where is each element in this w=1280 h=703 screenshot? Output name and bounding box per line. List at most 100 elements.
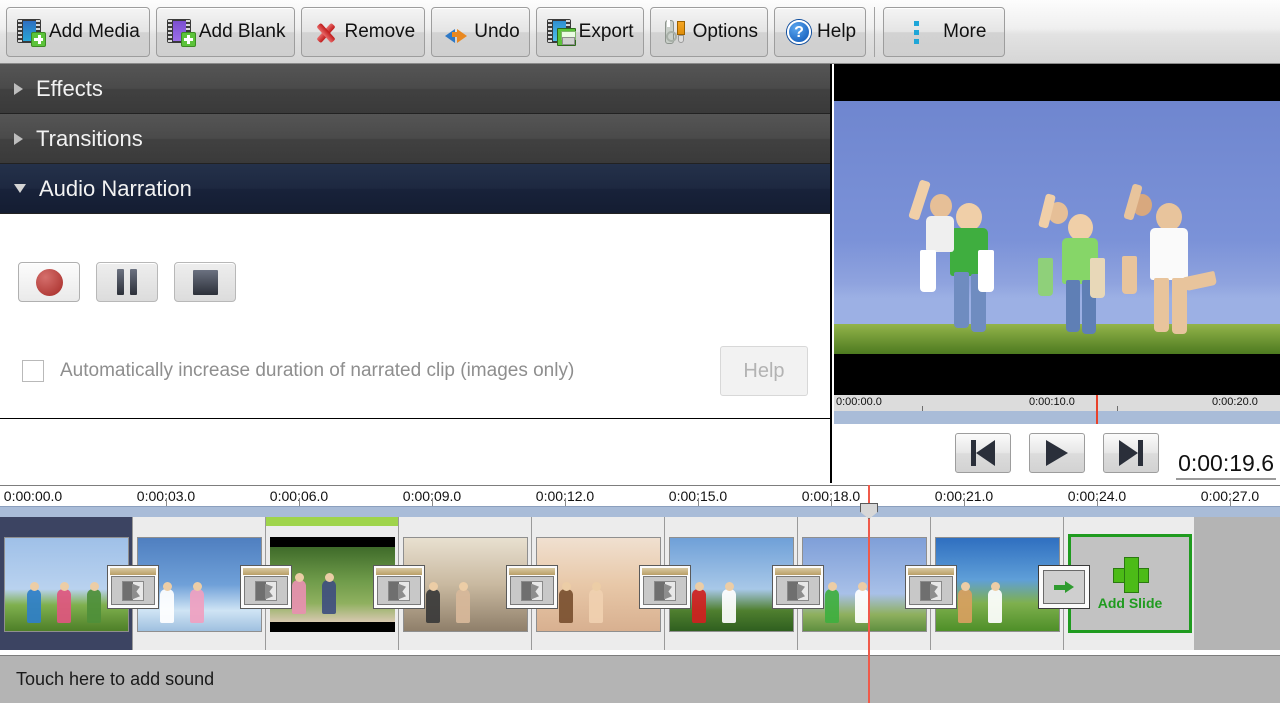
- preview-frame-image: [834, 101, 1280, 354]
- transition-box: [510, 576, 554, 605]
- auto-duration-row: Automatically increase duration of narra…: [0, 336, 830, 406]
- transition-icon[interactable]: [905, 565, 957, 609]
- preview-timeline-label: 0:00:00.0: [836, 396, 882, 408]
- transition-cap: [376, 568, 422, 575]
- video-preview[interactable]: [834, 64, 1280, 394]
- ruler-tick: [565, 498, 566, 506]
- main-toolbar: Add Media Add Blank Remove Undo Export O…: [0, 0, 1280, 64]
- add-slide-label: Add Slide: [1097, 594, 1163, 611]
- options-button[interactable]: Options: [649, 6, 769, 57]
- skip-next-icon: [1119, 440, 1138, 466]
- next-button[interactable]: [1103, 433, 1159, 473]
- narration-help-button[interactable]: Help: [720, 346, 808, 396]
- export-button[interactable]: Export: [535, 6, 644, 57]
- play-icon: [1046, 440, 1068, 466]
- help-button[interactable]: ? Help: [774, 6, 867, 57]
- transition-icon[interactable]: [107, 565, 159, 609]
- grass-ground: [834, 324, 1280, 354]
- export-icon: [546, 17, 576, 47]
- kebab-menu-icon: [902, 17, 932, 47]
- transition-box: [909, 576, 953, 605]
- preview-timeline-tick: [922, 406, 923, 411]
- remove-button[interactable]: Remove: [301, 6, 426, 57]
- add-blank-button[interactable]: Add Blank: [155, 6, 296, 57]
- arrow-right-icon[interactable]: [1038, 565, 1090, 609]
- arrow-box: [1043, 570, 1085, 604]
- ruler-tick: [432, 498, 433, 506]
- green-arrow-glyph: [1054, 581, 1074, 593]
- timeline-ruler-band: [0, 506, 1280, 517]
- add-blank-icon: [166, 17, 196, 47]
- options-icon: [660, 17, 690, 47]
- play-button[interactable]: [1029, 433, 1085, 473]
- sound-track[interactable]: Touch here to add sound: [0, 655, 1280, 703]
- options-label: Options: [692, 20, 759, 42]
- triangle-right-icon: [14, 82, 23, 95]
- clip-marker-bar: [266, 517, 398, 526]
- undo-icon: [441, 17, 471, 47]
- accordion-effects[interactable]: Effects: [0, 64, 830, 114]
- transition-glyph: [388, 580, 410, 601]
- stop-button[interactable]: [174, 262, 236, 302]
- narration-panel: 0:00:19.6 -45-42-39-36-33-30-27-24-21-18…: [0, 214, 830, 527]
- add-media-button[interactable]: Add Media: [6, 6, 150, 57]
- transition-icon[interactable]: [772, 565, 824, 609]
- undo-label: Undo: [474, 20, 520, 42]
- more-label: More: [943, 20, 987, 42]
- transition-icon[interactable]: [506, 565, 558, 609]
- transition-box: [244, 576, 288, 605]
- preview-playhead[interactable]: [1096, 395, 1098, 425]
- pause-button[interactable]: [96, 262, 158, 302]
- transition-box: [776, 576, 820, 605]
- sound-track-label: Touch here to add sound: [16, 669, 215, 689]
- transition-icon[interactable]: [639, 565, 691, 609]
- add-blank-label: Add Blank: [198, 20, 286, 42]
- transition-icon[interactable]: [240, 565, 292, 609]
- timeline-ruler[interactable]: 0:00:00.0 0:00:03.0 0:00:06.0 0:00:09.0 0:00…: [0, 485, 1280, 517]
- accordion-transitions[interactable]: Transitions: [0, 114, 830, 164]
- accordion-effects-label: Effects: [36, 75, 103, 101]
- preview-timeline-band: [834, 411, 1280, 424]
- accordion-audio-narration-label: Audio Narration: [39, 175, 192, 201]
- preview-position-time: 0:00:19.6: [1176, 450, 1276, 480]
- transition-icon[interactable]: [373, 565, 425, 609]
- green-plus-icon: [1113, 556, 1149, 593]
- transition-glyph: [787, 580, 809, 601]
- accordion-audio-narration[interactable]: Audio Narration: [0, 164, 830, 214]
- preview-timeline-tick: [1117, 406, 1118, 411]
- ruler-tick: [698, 498, 699, 506]
- ruler-label: 0:00:00.0: [3, 488, 63, 504]
- undo-button[interactable]: Undo: [431, 6, 530, 57]
- ruler-tick: [831, 498, 832, 506]
- transition-box: [643, 576, 687, 605]
- transition-glyph: [122, 580, 144, 601]
- ruler-tick: [299, 498, 300, 506]
- transition-box: [377, 576, 421, 605]
- help-label: Help: [817, 20, 857, 42]
- transition-cap: [775, 568, 821, 575]
- clip-track: Add Slide: [0, 517, 1280, 650]
- auto-duration-label: Automatically increase duration of narra…: [60, 360, 575, 381]
- auto-duration-checkbox[interactable]: [22, 360, 44, 382]
- previous-button[interactable]: [955, 433, 1011, 473]
- transition-glyph: [521, 580, 543, 601]
- transition-glyph: [920, 580, 942, 601]
- preview-panel: 0:00:00.0 0:00:10.0 0:00:20.0 0:00:19.6: [834, 64, 1280, 483]
- add-media-icon: [16, 17, 46, 47]
- more-button[interactable]: More: [883, 6, 1006, 57]
- help-icon: ?: [784, 17, 814, 47]
- transition-box: [111, 576, 155, 605]
- pause-icon: [117, 269, 124, 295]
- transition-cap: [908, 568, 954, 575]
- preview-timeline-labels: 0:00:00.0 0:00:10.0 0:00:20.0: [834, 395, 1280, 411]
- record-button[interactable]: [18, 262, 80, 302]
- export-label: Export: [578, 20, 634, 42]
- preview-timeline[interactable]: 0:00:00.0 0:00:10.0 0:00:20.0: [834, 394, 1280, 425]
- playback-controls: 0:00:19.6: [834, 424, 1280, 482]
- toolbar-divider: [874, 6, 876, 57]
- ruler-tick: [964, 498, 965, 506]
- triangle-down-icon: [14, 184, 26, 193]
- transition-cap: [243, 568, 289, 575]
- transition-glyph: [654, 580, 676, 601]
- left-panel-empty-area: [0, 418, 830, 483]
